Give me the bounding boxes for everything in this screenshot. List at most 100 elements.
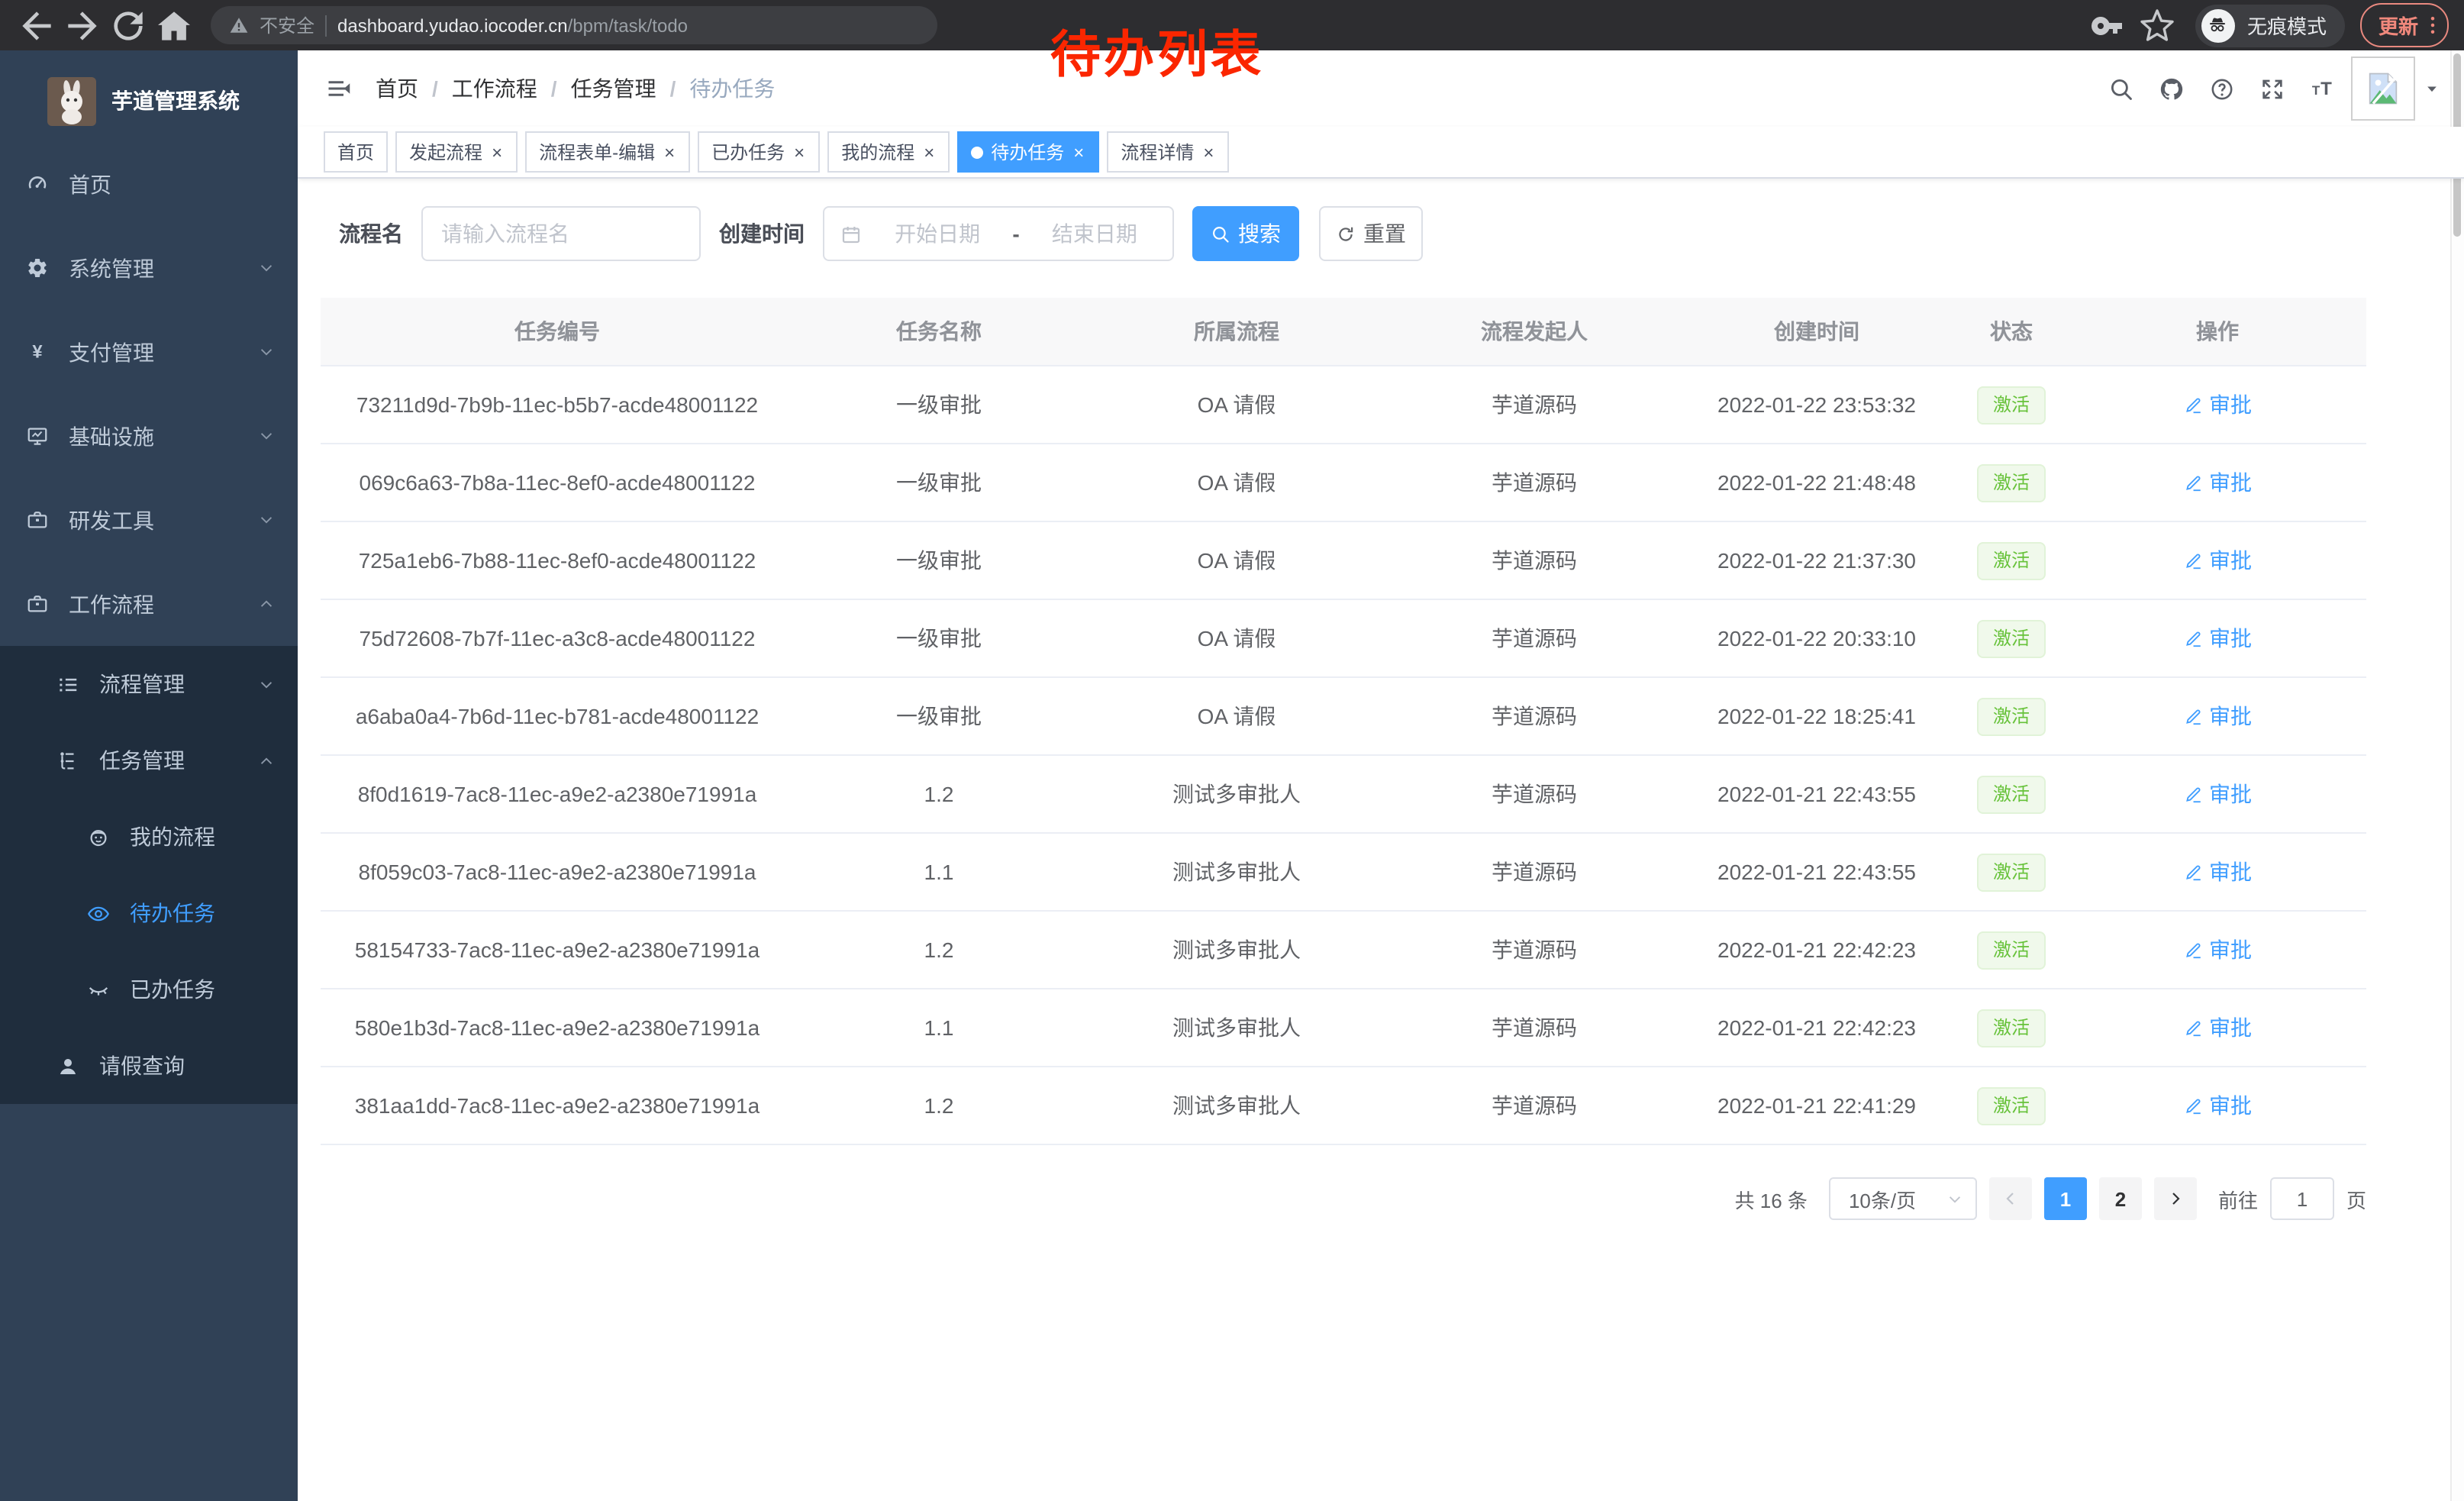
goto-label: 前往 [2218,1184,2258,1213]
security-warning-icon[interactable] [229,15,249,35]
browser-home-icon[interactable] [153,4,195,47]
help-icon[interactable] [2209,76,2235,102]
breadcrumb-item[interactable]: 工作流程 [452,73,537,104]
tab-start-process[interactable]: 发起流程 × [395,131,518,173]
process-name-input[interactable]: 请输入流程名 [421,206,701,261]
prev-page-button[interactable] [1989,1177,2032,1220]
browser-reload-icon[interactable] [107,4,150,47]
cell-status: 激活 [1954,911,2069,989]
page-button-1[interactable]: 1 [2044,1177,2087,1220]
tab-close-icon[interactable]: × [792,143,806,161]
column-header: 任务名称 [794,298,1084,366]
tab-close-icon[interactable]: × [922,143,936,161]
browser-back-icon[interactable] [15,4,58,47]
cell-task-id: 58154733-7ac8-11ec-a9e2-a2380e71991a [321,911,794,989]
sidebar-item-workflow[interactable]: 工作流程 [0,562,298,646]
sidebar-item-process-management[interactable]: 流程管理 [0,646,298,722]
chevron-down-icon [258,428,275,444]
sidebar: 芋道管理系统 首页系统管理¥支付管理基础设施研发工具工作流程流程管理任务管理我的… [0,50,298,1501]
sidebar-item-payment-management[interactable]: ¥支付管理 [0,310,298,394]
tab-close-icon[interactable]: × [1072,143,1085,161]
approve-link[interactable]: 审批 [2183,934,2252,965]
sidebar-item-done-tasks[interactable]: 已办任务 [0,951,298,1028]
tab-close-icon[interactable]: × [490,143,504,161]
font-size-icon[interactable]: TT [2310,76,2336,102]
cell-created-time: 2022-01-22 23:53:32 [1679,366,1954,444]
table-row: 8f0d1619-7ac8-11ec-a9e2-a2380e71991a1.2测… [321,755,2366,833]
breadcrumb-item[interactable]: 首页 [376,73,418,104]
page-scrollbar[interactable] [2450,50,2464,1501]
next-page-button[interactable] [2154,1177,2197,1220]
tab-process-detail[interactable]: 流程详情× [1107,131,1229,173]
approve-link-label: 审批 [2209,389,2252,420]
tab-close-icon[interactable]: × [663,143,676,161]
avatar-caret-icon[interactable] [2424,81,2440,96]
browser-menu-icon[interactable] [2421,14,2444,37]
browser-update-button[interactable]: 更新 [2360,3,2449,47]
date-range-input[interactable]: 开始日期 - 结束日期 [823,206,1174,261]
approve-link[interactable]: 审批 [2183,1090,2252,1121]
sidebar-toggle-icon[interactable] [325,75,353,102]
breadcrumb-item[interactable]: 任务管理 [571,73,656,104]
sidebar-menu: 首页系统管理¥支付管理基础设施研发工具工作流程流程管理任务管理我的流程待办任务已… [0,142,298,1104]
cell-created-time: 2022-01-21 22:41:29 [1679,1067,1954,1144]
password-key-icon[interactable] [2090,4,2127,47]
sidebar-item-home[interactable]: 首页 [0,142,298,226]
breadcrumb: 首页/工作流程/任务管理/待办任务 [376,73,775,104]
search-icon[interactable] [2108,76,2134,102]
approve-link[interactable]: 审批 [2183,1012,2252,1043]
sidebar-item-system-management[interactable]: 系统管理 [0,226,298,310]
fullscreen-icon[interactable] [2259,76,2285,102]
approve-link[interactable]: 审批 [2183,623,2252,654]
reset-refresh-icon [1336,224,1356,244]
cell-starter: 芋道源码 [1389,444,1679,521]
todo-task-table: 任务编号任务名称所属流程流程发起人创建时间状态操作 73211d9d-7b9b-… [321,298,2366,1145]
url-path: /bpm/task/todo [568,15,688,36]
page-button-2[interactable]: 2 [2099,1177,2142,1220]
browser-forward-icon[interactable] [61,4,104,47]
chevron-up-icon [258,596,275,612]
approve-link[interactable]: 审批 [2183,701,2252,731]
edit-pen-icon [2183,395,2203,415]
search-button[interactable]: 搜索 [1192,206,1299,261]
tab-home[interactable]: 首页 [324,131,388,173]
eye-icon [87,902,110,925]
sidebar-item-task-management[interactable]: 任务管理 [0,722,298,799]
tab-my-process[interactable]: 我的流程× [827,131,950,173]
user-icon [56,1054,79,1077]
sidebar-item-todo-tasks[interactable]: 待办任务 [0,875,298,951]
github-icon[interactable] [2159,76,2185,102]
tab-process-form-edit[interactable]: 流程表单-编辑× [525,131,690,173]
cell-task-name: 1.1 [794,833,1084,911]
reset-button-label: 重置 [1363,218,1406,249]
page-size-select[interactable]: 10条/页 [1829,1177,1977,1220]
approve-link[interactable]: 审批 [2183,545,2252,576]
reset-button[interactable]: 重置 [1319,206,1423,261]
status-badge: 激活 [1978,931,2045,969]
sidebar-item-label: 流程管理 [99,669,258,699]
sidebar-item-leave-query[interactable]: 请假查询 [0,1028,298,1104]
overlay-annotation: 待办列表 [1050,14,1264,87]
address-bar[interactable]: 不安全 dashboard.yudao.iocoder.cn/bpm/task/… [211,6,937,44]
cell-process: OA 请假 [1084,599,1389,677]
sidebar-item-infrastructure[interactable]: 基础设施 [0,394,298,478]
sidebar-item-dev-tools[interactable]: 研发工具 [0,478,298,562]
approve-link[interactable]: 审批 [2183,779,2252,809]
bookmark-star-icon[interactable] [2139,4,2175,47]
column-header: 流程发起人 [1389,298,1679,366]
approve-link[interactable]: 审批 [2183,857,2252,887]
tab-todo-tasks[interactable]: 待办任务× [957,131,1099,173]
goto-page-input[interactable]: 1 [2270,1177,2334,1220]
approve-link[interactable]: 审批 [2183,389,2252,420]
app-logo[interactable]: 芋道管理系统 [0,50,298,142]
sidebar-item-my-process[interactable]: 我的流程 [0,799,298,875]
robot-face-icon [87,825,110,848]
column-header: 创建时间 [1679,298,1954,366]
tab-close-icon[interactable]: × [1201,143,1215,161]
avatar[interactable] [2351,56,2415,121]
edit-pen-icon [2183,550,2203,570]
tab-label: 发起流程 [409,139,482,165]
cell-status: 激活 [1954,833,2069,911]
approve-link[interactable]: 审批 [2183,467,2252,498]
tab-done-tasks[interactable]: 已办任务× [698,131,820,173]
